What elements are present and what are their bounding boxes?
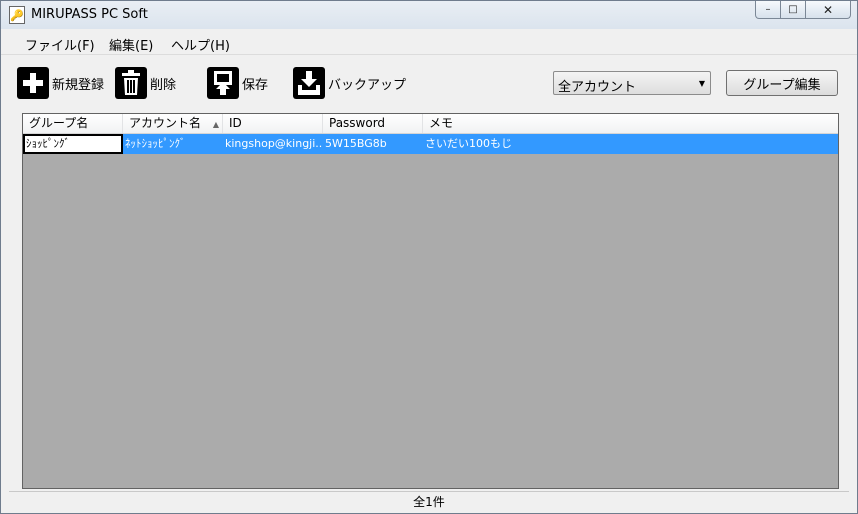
cell-id[interactable]: kingshop@kingji... <box>223 134 323 154</box>
cell-account[interactable]: ﾈｯﾄｼｮｯﾋﾟﾝｸﾞ <box>123 134 223 154</box>
grid-header: グループ名 アカウント名 ▲ ID Password メモ <box>23 114 838 134</box>
save-label: 保存 <box>242 77 269 93</box>
download-tray-icon <box>293 67 325 99</box>
minimize-icon: – <box>765 4 771 15</box>
account-filter-value: 全アカウント <box>558 80 637 95</box>
cell-password[interactable]: 5W15BG8b <box>323 134 423 154</box>
column-header-id[interactable]: ID <box>223 114 323 133</box>
backup-button[interactable]: バックアップ <box>293 67 406 99</box>
close-icon: ✕ <box>822 2 834 17</box>
column-header-group[interactable]: グループ名 <box>23 114 123 133</box>
menu-file[interactable]: ファイル(F) <box>25 35 95 54</box>
key-app-icon: 🔑 <box>9 6 25 24</box>
trash-icon <box>115 67 147 99</box>
toolbar: 新規登録 削除 保存 バックアップ 全アカウント ▼ グループ編集 <box>1 55 857 111</box>
new-entry-label: 新規登録 <box>52 77 105 93</box>
save-upload-icon <box>207 67 239 99</box>
sort-ascending-icon: ▲ <box>212 120 219 129</box>
group-edit-button[interactable]: グループ編集 <box>726 70 838 96</box>
account-grid[interactable]: グループ名 アカウント名 ▲ ID Password メモ ｼｮｯﾋﾟﾝｸﾞ ﾈ… <box>22 113 839 489</box>
backup-label: バックアップ <box>328 77 407 93</box>
window-title: MIRUPASS PC Soft <box>31 7 148 22</box>
app-window: 🔑 MIRUPASS PC Soft – □ ✕ ファイル(F) 編集(E) ヘ… <box>0 0 858 514</box>
column-header-memo[interactable]: メモ <box>423 114 838 133</box>
column-header-account[interactable]: アカウント名 ▲ <box>123 114 223 133</box>
close-button[interactable]: ✕ <box>806 1 851 19</box>
delete-label: 削除 <box>150 77 177 93</box>
status-count: 全1件 <box>9 491 849 512</box>
table-row[interactable]: ｼｮｯﾋﾟﾝｸﾞ ﾈｯﾄｼｮｯﾋﾟﾝｸﾞ kingshop@kingji... … <box>23 134 838 154</box>
cell-group-editing[interactable]: ｼｮｯﾋﾟﾝｸﾞ <box>23 134 123 154</box>
save-button[interactable]: 保存 <box>207 67 268 99</box>
menu-edit[interactable]: 編集(E) <box>109 35 153 54</box>
menu-help[interactable]: ヘルプ(H) <box>171 35 230 54</box>
window-controls: – □ ✕ <box>755 1 851 19</box>
title-bar[interactable]: 🔑 MIRUPASS PC Soft – □ ✕ <box>1 1 857 29</box>
account-filter-dropdown[interactable]: 全アカウント ▼ <box>553 71 711 95</box>
maximize-icon: □ <box>788 4 798 15</box>
dropdown-arrow-icon: ▼ <box>698 79 705 88</box>
plus-icon <box>17 67 49 99</box>
column-header-password[interactable]: Password <box>323 114 423 133</box>
delete-button[interactable]: 削除 <box>115 67 176 99</box>
menu-bar: ファイル(F) 編集(E) ヘルプ(H) <box>1 30 857 55</box>
new-entry-button[interactable]: 新規登録 <box>17 67 104 99</box>
maximize-button[interactable]: □ <box>781 1 806 19</box>
minimize-button[interactable]: – <box>755 1 781 19</box>
cell-memo[interactable]: さいだい100もじ <box>423 134 838 154</box>
